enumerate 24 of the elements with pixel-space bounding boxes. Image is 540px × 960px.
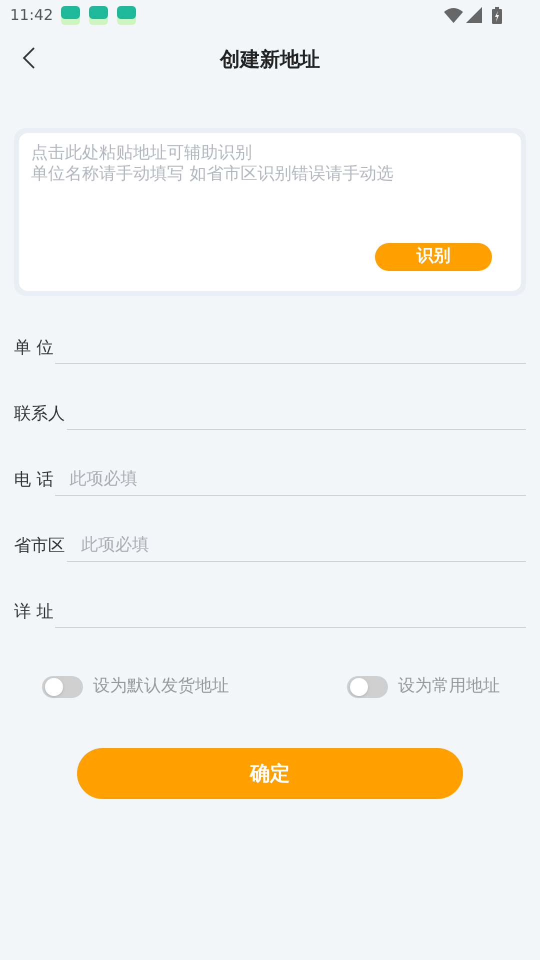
field-label: 详 址 [14, 600, 54, 624]
app-icon [61, 6, 80, 24]
status-time: 11:42 [10, 4, 54, 26]
text-field[interactable]: 此项必填 [55, 466, 526, 496]
page-title: 创建新地址 [220, 46, 320, 73]
field-label: 电 话 [14, 468, 54, 492]
battery-icon [492, 6, 502, 24]
field-label: 联系人 [14, 402, 65, 426]
app-icon [117, 6, 136, 24]
signal-icon [466, 7, 482, 23]
wifi-icon [444, 8, 463, 22]
toggle-label: 设为常用地址 [398, 675, 500, 698]
back-icon[interactable] [22, 47, 35, 69]
confirm-button[interactable]: 确定 [77, 748, 463, 798]
field-label: 单 位 [14, 336, 54, 360]
toggle-switch[interactable] [347, 676, 388, 698]
app-icon [89, 6, 108, 24]
address-text-input[interactable]: 点击此处粘贴地址可辅助识别 单位名称请手动填写 如省市区识别错误请手动选 [31, 143, 509, 243]
text-field[interactable]: 此项必填 [67, 532, 526, 562]
toggle-label: 设为默认发货地址 [93, 675, 229, 698]
field-label: 省市区 [14, 534, 65, 558]
address-paste-field[interactable]: 点击此处粘贴地址可辅助识别 单位名称请手动填写 如省市区识别错误请手动选 识别 [19, 133, 521, 291]
toggle-switch[interactable] [42, 676, 83, 698]
recognize-button[interactable]: 识别 [375, 243, 492, 271]
